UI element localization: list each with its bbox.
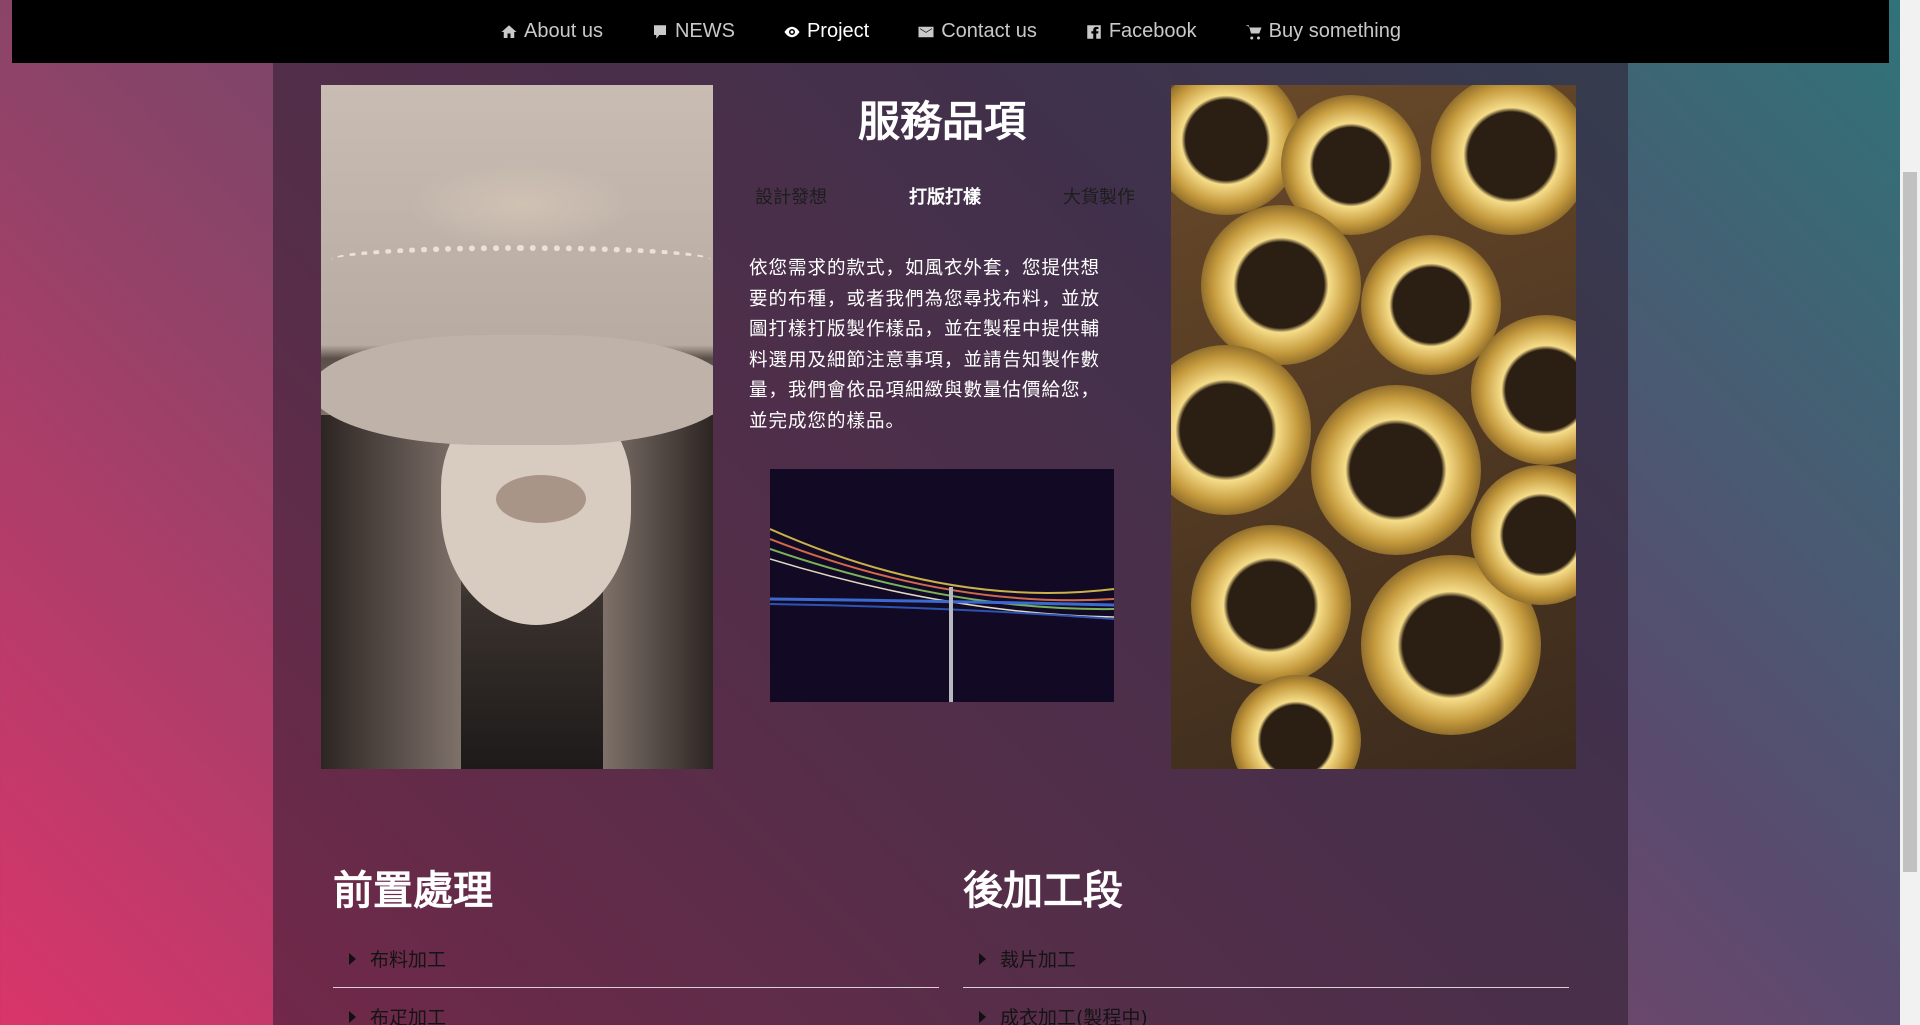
facebook-icon (1087, 24, 1101, 39)
photo-hat-chain (331, 245, 711, 275)
eyelet-shape (1171, 345, 1311, 515)
nav-item-news[interactable]: NEWS (651, 20, 735, 43)
list-item-label: 裁片加工 (1000, 949, 1077, 971)
nav-item-about-us[interactable]: About us (500, 20, 603, 43)
tab-sampling[interactable]: 打版打樣 (899, 183, 991, 209)
list-item-label: 布疋加工 (370, 1007, 447, 1025)
post-processing-title: 後加工段 (963, 868, 1123, 914)
nav-item-label: About us (524, 20, 603, 42)
scrollbar-thumb[interactable] (1903, 172, 1917, 872)
photo-lips (496, 475, 586, 523)
mail-icon (918, 26, 934, 37)
services-tabs: 設計發想 打版打樣 大貨製作 (745, 183, 1145, 209)
page-scrollbar[interactable] (1900, 0, 1920, 1025)
caret-right-icon (979, 1010, 986, 1023)
list-item-fabric-processing[interactable]: 布料加工 (333, 930, 939, 988)
caret-right-icon (979, 952, 986, 965)
eyelet-shape (1191, 525, 1351, 685)
eyelet-shape (1231, 675, 1361, 769)
home-icon (501, 24, 517, 38)
list-item-label: 成衣加工(製程中) (1000, 1007, 1148, 1025)
eyelet-shape (1311, 385, 1481, 555)
nav-item-label: Contact us (941, 20, 1037, 42)
nav-item-label: Facebook (1108, 20, 1197, 42)
pre-processing-list: 布料加工 布疋加工 (333, 930, 939, 1025)
service-description: 依您需求的款式，如風衣外套，您提供想要的布種，或者我們為您尋找布料，並放圖打樣打… (749, 258, 1101, 432)
cart-icon (1245, 24, 1262, 39)
tab-production[interactable]: 大貨製作 (1053, 183, 1145, 209)
nav-item-project[interactable]: Project (783, 20, 869, 43)
photo-hat-brim (321, 335, 713, 445)
nav-item-label: Buy something (1268, 20, 1401, 42)
list-item-label: 布料加工 (370, 949, 447, 971)
eyelet-shape (1201, 205, 1361, 365)
pre-processing-title: 前置處理 (333, 868, 493, 914)
nav-item-buy-something[interactable]: Buy something (1245, 20, 1401, 43)
needle-thread-graphic (770, 528, 1114, 702)
nav-item-contact-us[interactable]: Contact us (917, 20, 1037, 43)
woman-hat-photo (321, 85, 713, 769)
eye-icon (784, 26, 800, 37)
nav-item-label: Project (806, 20, 870, 42)
tab-design[interactable]: 設計發想 (745, 183, 837, 209)
post-processing-list: 裁片加工 成衣加工(製程中) (963, 930, 1569, 1025)
caret-right-icon (349, 1010, 356, 1023)
nav-item-label: NEWS (674, 20, 735, 42)
speech-bubble-icon (653, 24, 666, 39)
list-item-cut-piece-processing[interactable]: 裁片加工 (963, 930, 1569, 988)
eyelet-shape (1431, 85, 1576, 235)
list-item-garment-processing[interactable]: 成衣加工(製程中) (963, 988, 1569, 1025)
services-title: 服務品項 (857, 97, 1026, 146)
brass-eyelets-photo (1171, 85, 1576, 769)
list-item-bolt-processing[interactable]: 布疋加工 (333, 988, 939, 1025)
top-navigation: About us NEWS Project Contact us Faceboo… (12, 0, 1889, 63)
caret-right-icon (349, 952, 356, 965)
photo-hair-left (321, 415, 461, 769)
needle-thread-photo (770, 469, 1114, 702)
nav-item-facebook[interactable]: Facebook (1085, 20, 1197, 43)
